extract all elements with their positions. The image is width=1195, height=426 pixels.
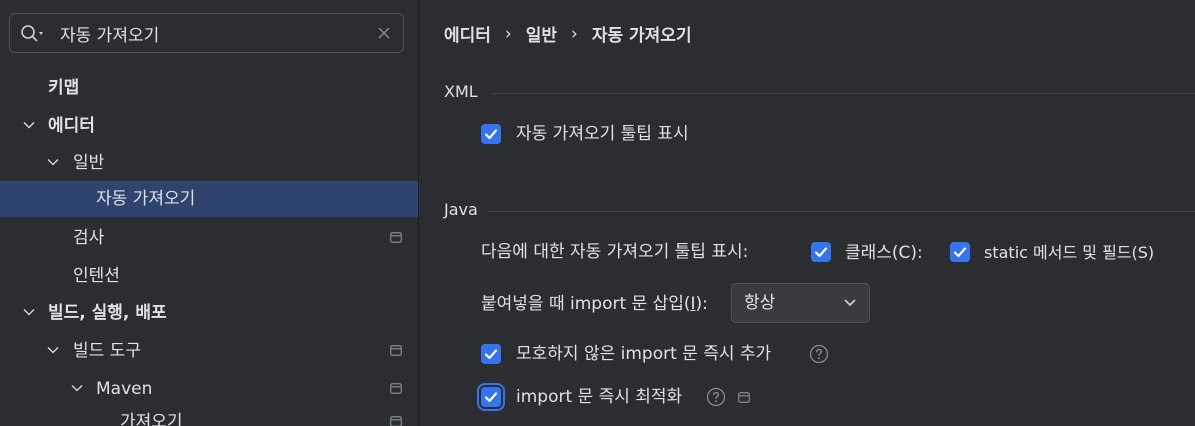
optimize-imports-checkbox[interactable] [481, 387, 501, 407]
search-input[interactable] [60, 20, 360, 46]
breadcrumb-item[interactable]: 일반 [526, 21, 557, 46]
breadcrumb: 에디터 › 일반 › 자동 가져오기 [444, 21, 692, 47]
java-static-members-checkbox[interactable] [950, 242, 970, 262]
insert-on-paste-label: 붙여넣을 때 import 문 삽입(I): [481, 294, 708, 314]
chevron-down-icon[interactable] [70, 381, 84, 395]
search-icon [21, 25, 43, 42]
checkmark-icon [484, 349, 498, 360]
tree-item-label: 일반 [73, 153, 105, 173]
settings-search[interactable] [9, 13, 404, 53]
java-classes-label[interactable]: 클래스(C): [845, 242, 923, 264]
checkmark-icon [484, 392, 498, 403]
tree-item-label: 빌드 도구 [73, 341, 141, 361]
chevron-down-icon[interactable] [22, 305, 36, 319]
tree-item-label: Maven [96, 379, 153, 399]
tree-item-build-execution-deployment[interactable]: 빌드, 실행, 배포 [0, 295, 418, 331]
window-icon [390, 345, 402, 356]
tree-item-inspections[interactable]: 검사 [0, 220, 418, 256]
tree-item-label: 빌드, 실행, 배포 [48, 303, 167, 323]
tree-item-label: 에디터 [48, 116, 95, 136]
java-static-members-label[interactable]: static 메서드 및 필드(S) [984, 242, 1154, 264]
tree-item-label: 키맵 [48, 78, 80, 98]
close-icon[interactable] [377, 26, 391, 40]
xml-show-tooltip-label[interactable]: 자동 가져오기 툴팁 표시 [516, 123, 689, 145]
section-title-xml: XML [444, 82, 478, 101]
tree-item-label: 자동 가져오기 [96, 189, 196, 209]
section-separator [487, 211, 1195, 212]
breadcrumb-item: 자동 가져오기 [591, 26, 692, 46]
xml-show-tooltip-checkbox[interactable] [481, 124, 501, 144]
tree-item-maven-importing[interactable]: 가져오기 [0, 404, 418, 426]
section-title-java: Java [444, 200, 478, 219]
settings-sidebar: 키맵 에디터 일반 자동 가져오기 검사 인텐션 빌드, 실행, 배포 [0, 0, 418, 426]
window-icon [390, 232, 402, 243]
tree-item-keymap[interactable]: 키맵 [0, 70, 418, 106]
dropdown-value: 항상 [744, 293, 776, 313]
optimize-imports-label[interactable]: import 문 즉시 최적화 [516, 386, 682, 408]
tree-item-auto-import[interactable]: 자동 가져오기 [0, 181, 418, 217]
breadcrumb-separator: › [504, 23, 512, 44]
breadcrumb-item[interactable]: 에디터 [444, 21, 491, 46]
chevron-down-icon[interactable] [46, 343, 60, 357]
section-separator [491, 93, 1195, 94]
tree-item-intentions[interactable]: 인텐션 [0, 258, 418, 294]
help-icon[interactable] [706, 387, 726, 407]
checkmark-icon [814, 247, 828, 258]
tree-item-build-tools[interactable]: 빌드 도구 [0, 333, 418, 369]
java-tooltip-row-label: 다음에 대한 자동 가져오기 툴팁 표시: [481, 242, 749, 262]
settings-content: 에디터 › 일반 › 자동 가져오기 XML 자동 가져오기 툴팁 표시 Java 다음… [419, 0, 1195, 426]
help-icon[interactable] [809, 344, 829, 364]
window-icon [390, 383, 402, 394]
tree-item-label: 검사 [73, 228, 105, 248]
chevron-down-icon[interactable] [46, 155, 60, 169]
java-classes-checkbox[interactable] [811, 242, 831, 262]
checkmark-icon [484, 129, 498, 140]
window-icon [390, 416, 402, 426]
insert-on-paste-dropdown[interactable]: 항상 [731, 283, 870, 323]
checkmark-icon [953, 247, 967, 258]
window-icon [738, 392, 750, 403]
tree-item-general[interactable]: 일반 [0, 145, 418, 181]
tree-item-editor[interactable]: 에디터 [0, 108, 418, 144]
tree-item-maven[interactable]: Maven [0, 371, 418, 407]
add-unambiguous-imports-checkbox[interactable] [481, 344, 501, 364]
chevron-down-icon[interactable] [22, 118, 36, 132]
tree-item-label: 가져오기 [120, 412, 183, 426]
chevron-down-icon [844, 299, 856, 307]
add-unambiguous-imports-label[interactable]: 모호하지 않은 import 문 즉시 추가 [516, 343, 771, 365]
tree-item-label: 인텐션 [73, 266, 120, 286]
breadcrumb-separator: › [571, 23, 578, 44]
